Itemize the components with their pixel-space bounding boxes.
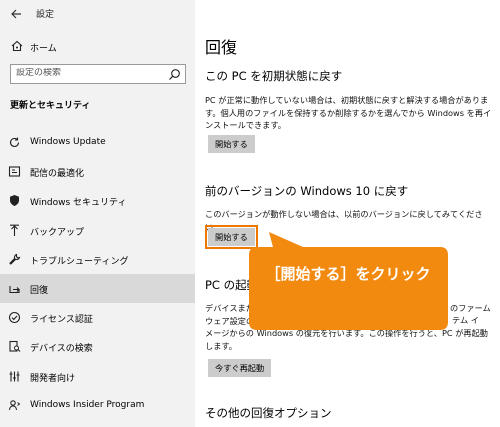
callout-text: ［開始する］をクリック [265, 265, 431, 283]
backup-arrow-icon [10, 224, 19, 236]
sidebar-item-find-my-device[interactable]: デバイスの検索 [0, 332, 195, 361]
sidebar: 設定 ホーム 更新とセキュリティ Windows Update 配信の最適化 W… [0, 0, 195, 427]
app-title: 設定 [36, 10, 55, 20]
sidebar-item-activation[interactable]: ライセンス認証 [0, 303, 195, 332]
search-icon[interactable] [168, 68, 181, 81]
sidebar-item-insider-program[interactable]: Windows Insider Program [0, 391, 195, 420]
sidebar-nav: Windows Update 配信の最適化 Windows セキュリティ バック… [0, 128, 195, 420]
advanced-startup-description-right-1: のファーム [450, 303, 491, 313]
instruction-callout: ［開始する］をクリック [245, 232, 450, 332]
sidebar-item-label: Windows Insider Program [30, 399, 145, 410]
sidebar-item-windows-security[interactable]: Windows セキュリティ [0, 186, 195, 215]
sidebar-item-label: 回復 [30, 285, 49, 296]
sidebar-item-label: デバイスの検索 [30, 344, 93, 355]
delivery-optimization-icon [8, 166, 21, 177]
recovery-icon [9, 285, 20, 293]
section-title: 更新とセキュリティ [10, 101, 91, 111]
sidebar-item-recovery[interactable]: 回復 [0, 273, 195, 304]
sidebar-item-delivery-optimization[interactable]: 配信の最適化 [0, 157, 195, 186]
search-input[interactable] [16, 68, 166, 78]
back-button[interactable] [6, 4, 26, 24]
sidebar-item-label: 開発者向け [30, 373, 76, 384]
sidebar-item-for-developers[interactable]: 開発者向け [0, 362, 195, 391]
shield-icon [10, 195, 19, 207]
refresh-icon [9, 137, 20, 147]
other-recovery-heading: その他の回復オプション [205, 406, 332, 420]
home-icon [11, 40, 23, 52]
sidebar-item-label: トラブルシューティング [30, 256, 129, 267]
main-content: 回復 この PC を初期状態に戻す PC が正常に動作していない場合は、初期状態… [195, 0, 500, 427]
sidebar-item-label: ライセンス認証 [30, 315, 93, 326]
developer-icon [9, 371, 20, 381]
home-label: ホーム [30, 44, 57, 54]
reset-heading: この PC を初期状態に戻す [205, 69, 343, 83]
sidebar-item-windows-update[interactable]: Windows Update [0, 128, 195, 157]
find-device-icon [9, 341, 21, 353]
sidebar-item-home[interactable]: ホーム [0, 36, 195, 58]
wrench-icon [9, 253, 21, 265]
reset-description: PC が正常に動作していない場合は、初期状態に戻すと解決する場合があります。個人… [205, 95, 492, 130]
insider-icon [8, 399, 21, 410]
goback-heading: 前のバージョンの Windows 10 に戻す [205, 184, 409, 198]
search-box[interactable] [10, 64, 186, 84]
reset-start-button[interactable]: 開始する [208, 135, 255, 153]
sidebar-item-label: Windows Update [30, 137, 106, 147]
title-bar: 設定 [0, 0, 195, 28]
sidebar-item-label: 配信の最適化 [30, 169, 85, 180]
restart-now-button[interactable]: 今すぐ再起動 [208, 359, 272, 377]
sidebar-item-backup[interactable]: バックアップ [0, 216, 195, 245]
check-circle-icon [8, 312, 21, 324]
settings-window: 設定 ホーム 更新とセキュリティ Windows Update 配信の最適化 W… [0, 0, 500, 427]
sidebar-item-label: バックアップ [30, 227, 85, 238]
advanced-startup-description-right-2: テム イ [452, 315, 479, 325]
page-title: 回復 [205, 38, 238, 57]
back-arrow-icon [11, 9, 21, 19]
sidebar-item-label: Windows セキュリティ [30, 198, 127, 209]
sidebar-item-troubleshoot[interactable]: トラブルシューティング [0, 245, 195, 274]
